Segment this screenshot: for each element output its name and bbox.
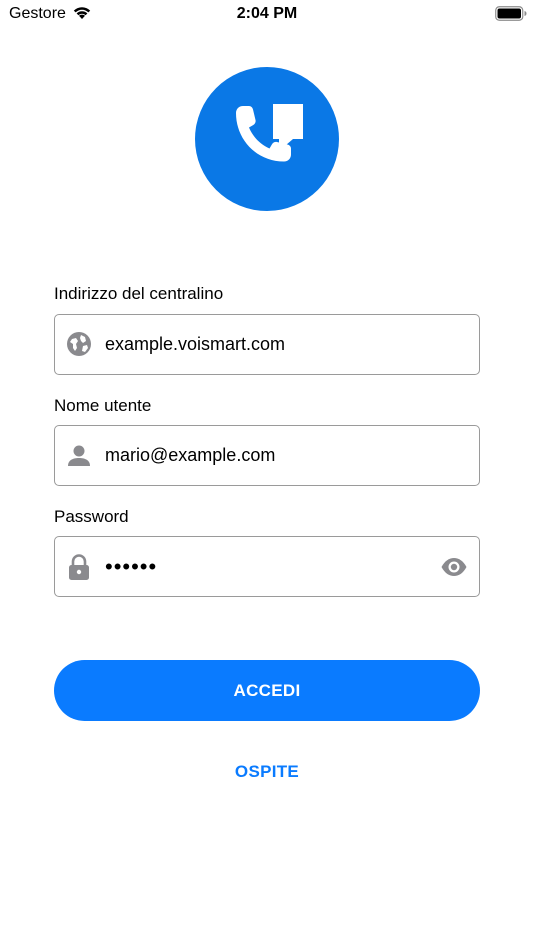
login-button[interactable]: ACCEDI <box>54 660 480 721</box>
battery-icon <box>495 6 527 21</box>
person-icon <box>66 442 92 468</box>
eye-icon[interactable] <box>440 554 468 580</box>
status-time: 2:04 PM <box>236 5 298 22</box>
username-input[interactable]: mario@example.com <box>105 445 275 466</box>
password-field[interactable]: •••••• <box>54 536 480 597</box>
app-logo <box>195 67 339 211</box>
password-label: Password <box>54 507 129 526</box>
guest-button[interactable]: OSPITE <box>0 762 534 782</box>
status-bar: Gestore 2:04 PM <box>0 0 534 30</box>
password-input[interactable]: •••••• <box>105 554 157 580</box>
lock-icon <box>66 553 92 580</box>
globe-icon <box>66 331 92 357</box>
server-address-field[interactable]: example.voismart.com <box>54 314 480 375</box>
server-address-input[interactable]: example.voismart.com <box>105 334 285 355</box>
phone-chat-icon <box>195 67 339 211</box>
username-field[interactable]: mario@example.com <box>54 425 480 486</box>
server-address-label: Indirizzo del centralino <box>54 284 224 303</box>
username-label: Nome utente <box>54 396 152 415</box>
